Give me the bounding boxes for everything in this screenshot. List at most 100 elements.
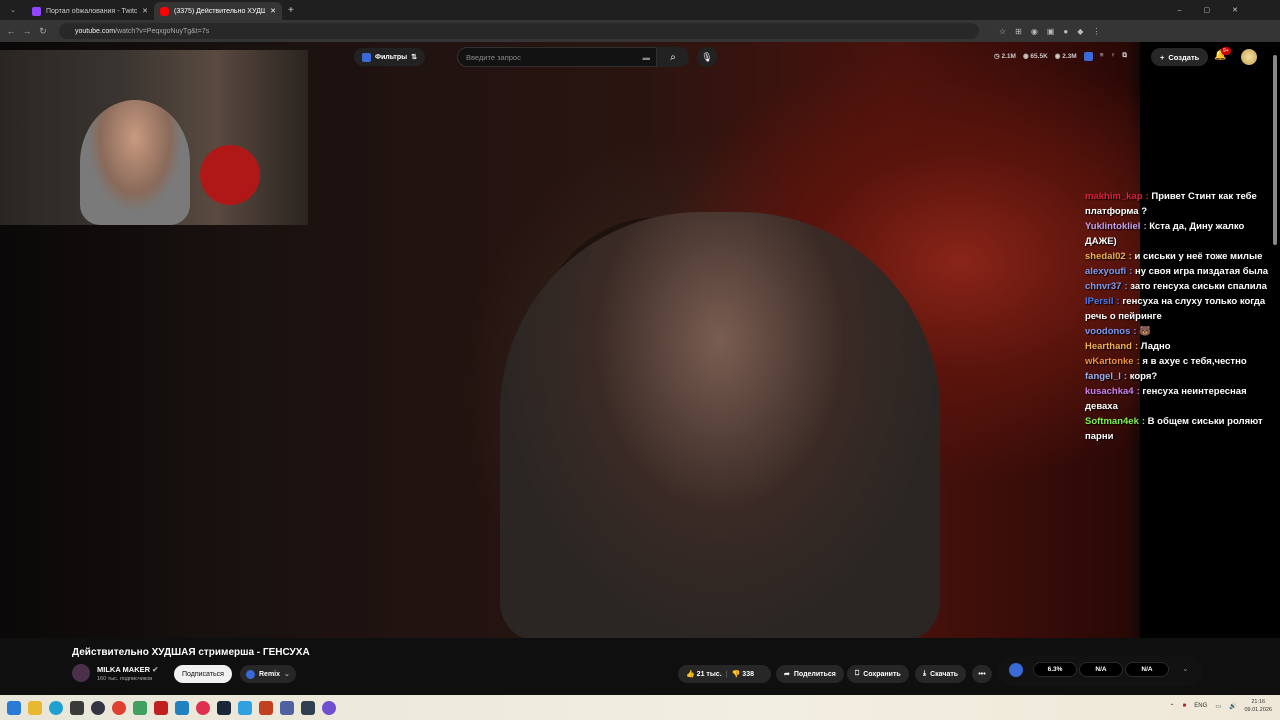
save-button[interactable]: ⎕ Сохранить	[847, 665, 909, 683]
search-input[interactable]: Введите запрос ▬	[457, 47, 657, 67]
forward-icon[interactable]: →	[19, 26, 35, 36]
chat-username[interactable]: wKartonke	[1085, 356, 1134, 367]
twitch-icon	[32, 6, 41, 16]
create-button[interactable]: + Создать	[1151, 48, 1209, 66]
reload-icon[interactable]: ↻	[35, 26, 51, 37]
channel-name[interactable]: MILKA MAKER ✔	[97, 665, 158, 674]
address-bar-row: ← → ↻ youtube.com/watch?v=PeqxgoNuyTg&t=…	[0, 20, 1280, 42]
bookmark-icon: ⎕	[855, 670, 860, 677]
chat-username[interactable]: lPersil	[1085, 296, 1114, 307]
steam-icon[interactable]	[217, 700, 231, 715]
extension-icons[interactable]: ☆ ⊞ ◉ ▣ ● ◆ ⋮	[999, 27, 1100, 36]
new-tab-button[interactable]: +	[288, 5, 294, 16]
keyboard-icon[interactable]: ▬	[643, 53, 651, 62]
chrome-icon[interactable]	[112, 700, 126, 715]
clock[interactable]: 21:16 09.01.2026	[1244, 698, 1272, 714]
chat-username[interactable]: shedal02	[1085, 251, 1126, 262]
like-button[interactable]: 👍 21 тыс.	[686, 670, 722, 678]
chat-text: 🐻	[1139, 326, 1152, 337]
search-placeholder: Введите запрос	[466, 52, 521, 62]
windows-taskbar	[0, 695, 1280, 720]
app-icon[interactable]	[133, 700, 147, 715]
extension-logo-icon[interactable]	[1009, 663, 1023, 677]
app-icon[interactable]	[259, 700, 273, 715]
chat-username[interactable]: chnvr37	[1085, 281, 1121, 292]
verified-icon: ✔	[152, 665, 159, 674]
list-icon[interactable]: ≡	[1100, 52, 1104, 61]
chat-message: kusachka4: генсуха неинтересная деваха	[1085, 386, 1247, 412]
chat-username[interactable]: Softman4ek	[1085, 416, 1139, 427]
dislike-button[interactable]: 👎 338	[732, 670, 754, 678]
network-icon[interactable]: ▭	[1215, 703, 1221, 710]
chevron-up-icon[interactable]: ⌃	[1170, 703, 1175, 710]
tab-list-icon[interactable]: ⌄	[0, 6, 26, 14]
chat-message: Softman4ek: В общем сиськи роляют парни	[1085, 416, 1263, 442]
stat-time: ◷ 2.1M	[994, 53, 1016, 60]
search-button[interactable]: ⌕	[657, 47, 689, 67]
explorer-icon[interactable]	[28, 700, 42, 715]
voice-search-button[interactable]: 🎙	[697, 47, 717, 67]
app-icon[interactable]	[280, 700, 294, 715]
copy-icon[interactable]: ⧉	[1122, 52, 1127, 61]
share-button[interactable]: ➦ Поделиться	[776, 665, 844, 683]
telegram-icon[interactable]	[238, 700, 252, 715]
chat-username[interactable]: makhim_kap	[1085, 191, 1143, 202]
more-button[interactable]: •••	[972, 665, 992, 683]
chat-message: alexyoufi: ну своя игра пиздатая была	[1085, 266, 1269, 277]
chat-username[interactable]: voodonos	[1085, 326, 1130, 337]
stat-total: ◉ 2.3M	[1054, 53, 1077, 60]
user-avatar[interactable]	[1241, 49, 1257, 65]
stat-views: ◉ 65.5K	[1022, 53, 1048, 60]
edge-icon[interactable]	[49, 700, 63, 715]
tab-title: Портал обжалования - Twitch	[46, 7, 138, 15]
logo-sign	[200, 145, 260, 205]
subscriber-count: 160 тыс. подписчиков	[97, 676, 153, 682]
close-icon[interactable]: ✕	[270, 7, 276, 15]
page-scrollbar[interactable]	[1273, 55, 1277, 245]
chat-message: Yuklintokliel: Кста да, Дину жалко ДАЖЕ)	[1085, 221, 1245, 247]
chat-message: voodonos: 🐻	[1085, 326, 1152, 337]
chat-username[interactable]: Yuklintokliel	[1085, 221, 1140, 232]
chevron-down-icon[interactable]: ⌄	[1182, 664, 1189, 673]
app-icon[interactable]	[175, 700, 189, 715]
app-icon[interactable]	[91, 700, 105, 715]
download-icon: ⤓	[923, 670, 927, 677]
back-icon[interactable]: ←	[3, 26, 19, 36]
notifications-badge: 9+	[1221, 47, 1231, 55]
tab-title: (3375) Действительно ХУДШАЯ стримерша - …	[174, 7, 266, 15]
window-controls[interactable]: –▢✕	[1178, 6, 1260, 14]
tab-youtube[interactable]: (3375) Действительно ХУДШАЯ стримерша - …	[154, 2, 282, 20]
trophy-icon[interactable]: ♀	[1111, 52, 1116, 61]
close-icon[interactable]: ✕	[142, 7, 148, 15]
download-button[interactable]: ⤓ Скачать	[915, 665, 967, 683]
search-icon: ⌕	[670, 51, 676, 63]
video-title: Действительно ХУДШАЯ стримерша - ГЕНСУХА	[72, 647, 310, 658]
chat-username[interactable]: fangel_l	[1085, 371, 1121, 382]
tab-twitch[interactable]: Портал обжалования - Twitch ✕	[26, 2, 154, 20]
app-icon[interactable]	[196, 700, 210, 715]
chat-username[interactable]: Hearthand	[1085, 341, 1132, 352]
remix-icon	[246, 669, 255, 679]
filters-button[interactable]: Фильтры ⇅	[354, 48, 425, 66]
volume-icon[interactable]: 🔊	[1229, 703, 1236, 710]
extension-icon	[362, 52, 371, 62]
app-icon[interactable]	[322, 700, 336, 715]
app-icon[interactable]	[70, 700, 84, 715]
subscribe-button[interactable]: Подписаться	[174, 665, 232, 683]
url-input[interactable]: youtube.com/watch?v=PeqxgoNuyTg&t=7s	[59, 23, 979, 39]
language-indicator[interactable]: ENG	[1194, 703, 1207, 709]
chat-message: fangel_l: коря?	[1085, 371, 1158, 382]
extension-icon[interactable]	[1083, 52, 1093, 61]
chat-text: зато генсуха сиськи спалила	[1130, 281, 1267, 292]
chat-text: Ладно	[1140, 341, 1171, 352]
app-icon[interactable]	[301, 700, 315, 715]
chat-username[interactable]: kusachka4	[1085, 386, 1134, 397]
channel-avatar[interactable]	[72, 664, 90, 682]
tray-app-icon[interactable]: ■	[1183, 703, 1187, 709]
remix-button[interactable]: Remix ⌄	[240, 665, 296, 683]
like-dislike-group: 👍 21 тыс. | 👎 338	[678, 665, 771, 683]
share-icon: ➦	[784, 671, 790, 678]
start-icon[interactable]	[7, 700, 21, 715]
app-icon[interactable]	[154, 700, 168, 715]
chat-username[interactable]: alexyoufi	[1085, 266, 1126, 277]
